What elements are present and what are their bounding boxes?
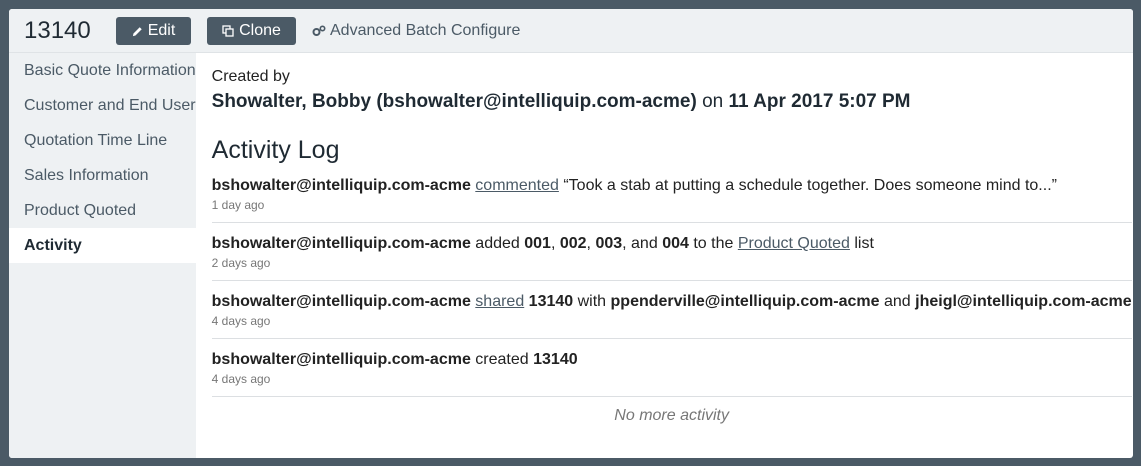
entry-time: 4 days ago	[211, 314, 271, 328]
clone-button-label: Clone	[239, 22, 281, 39]
entry-user: bshowalter@intelliquip.com-acme	[211, 293, 471, 310]
shared-user: ppenderville@intelliquip.com-acme	[610, 293, 880, 310]
advanced-batch-configure-label: Advanced Batch Configure	[330, 22, 521, 39]
nav-product-quoted[interactable]: Product Quoted	[9, 193, 196, 228]
nav-customer-and-end-user[interactable]: Customer and End User	[9, 88, 196, 123]
item-number: 001	[524, 235, 551, 252]
entry-user: bshowalter@intelliquip.com-acme	[211, 177, 471, 194]
creator-name: Showalter, Bobby (bshowalter@intelliquip…	[211, 91, 697, 112]
entry-time: 2 days ago	[211, 256, 271, 270]
conjunction: and	[631, 235, 658, 252]
edit-button[interactable]: Edit	[116, 17, 191, 45]
nav-sales-information[interactable]: Sales Information	[9, 158, 196, 193]
commented-link[interactable]: commented	[475, 177, 559, 194]
entry-suffix: list	[854, 235, 874, 252]
activity-log-title: Activity Log	[211, 136, 340, 164]
activity-content: Created by Showalter, Bobby (bshowalter@…	[196, 53, 1133, 458]
created-date: 11 Apr 2017 5:07 PM	[728, 91, 911, 112]
product-quoted-link[interactable]: Product Quoted	[738, 235, 850, 252]
no-more-activity: No more activity	[614, 407, 729, 424]
entry-preposition: with	[577, 293, 607, 310]
activity-entry: bshowalter@intelliquip.com-acme shared 1…	[211, 291, 1132, 339]
quote-id: 13140	[24, 17, 91, 44]
nav-activity[interactable]: Activity	[9, 228, 196, 263]
gears-icon	[312, 25, 326, 37]
entry-verb: created	[475, 351, 529, 368]
item-number: 004	[662, 235, 689, 252]
shared-link[interactable]: shared	[475, 293, 524, 310]
quote-number: 13140	[528, 293, 574, 310]
quote-panel: 13140 Edit Clone Advanced Batch Configur…	[9, 9, 1133, 458]
entry-preposition: to the	[693, 235, 734, 252]
activity-entry: bshowalter@intelliquip.com-acme added 00…	[211, 233, 1132, 281]
entry-time: 4 days ago	[211, 372, 271, 386]
activity-entry: bshowalter@intelliquip.com-acme created …	[211, 349, 1132, 397]
activity-entry: bshowalter@intelliquip.com-acme commente…	[211, 175, 1132, 223]
entry-user: bshowalter@intelliquip.com-acme	[211, 235, 471, 252]
edit-button-label: Edit	[147, 22, 176, 39]
creator-line: Showalter, Bobby (bshowalter@intelliquip…	[212, 91, 1132, 113]
quote-header: 13140 Edit Clone Advanced Batch Configur…	[9, 9, 1133, 53]
clone-button[interactable]: Clone	[207, 17, 296, 45]
copy-icon	[222, 25, 234, 37]
conjunction: and	[883, 293, 911, 310]
quote-number: 13140	[533, 351, 578, 368]
entry-time: 1 day ago	[211, 198, 265, 212]
entry-user: bshowalter@intelliquip.com-acme	[211, 351, 471, 368]
nav-basic-quote-information[interactable]: Basic Quote Information	[9, 53, 196, 88]
on-word: on	[702, 91, 724, 112]
advanced-batch-configure-link[interactable]: Advanced Batch Configure	[312, 22, 520, 40]
shared-user: jheigl@intelliquip.com-acme	[915, 293, 1132, 310]
section-nav: Basic Quote Information Customer and End…	[9, 53, 196, 458]
created-by-label: Created by	[211, 68, 290, 85]
nav-quotation-time-line[interactable]: Quotation Time Line	[9, 123, 196, 158]
item-number: 003	[595, 235, 623, 252]
pencil-icon	[132, 26, 143, 37]
comment-text: “Took a stab at putting a schedule toget…	[563, 177, 1057, 194]
entry-verb: added	[475, 235, 520, 252]
item-number: 002	[559, 235, 587, 252]
